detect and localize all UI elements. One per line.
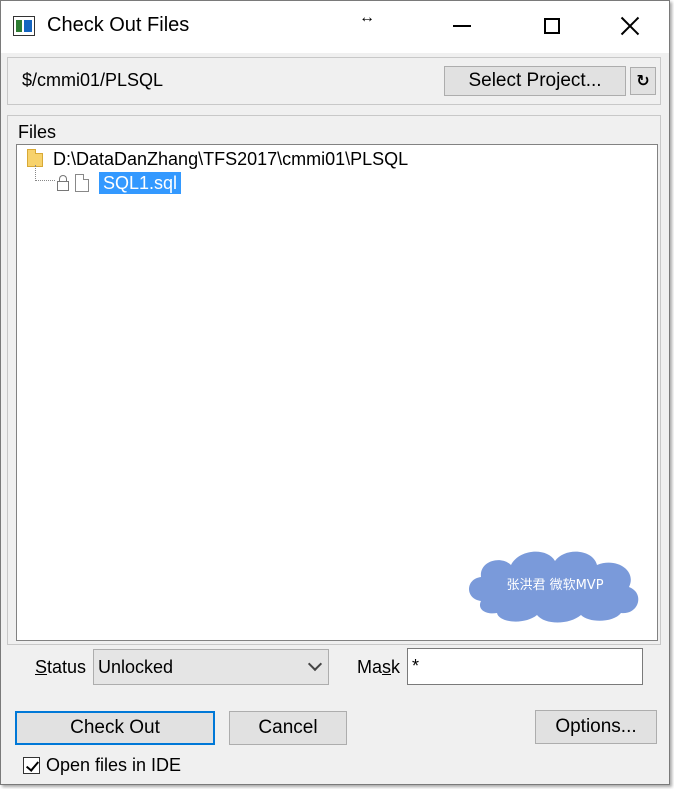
- title-bar: Check Out Files ↔: [1, 1, 669, 53]
- resize-cursor-icon: ↔: [359, 9, 375, 26]
- refresh-button[interactable]: ↻: [630, 67, 656, 95]
- files-group: Files D:\DataDanZhang\TFS2017\cmmi01\PLS…: [7, 115, 661, 645]
- check-out-label: Check Out: [70, 717, 160, 738]
- tree-file-item[interactable]: SQL1.sql: [57, 172, 182, 194]
- project-path-text: $/cmmi01/PLSQL: [22, 70, 164, 90]
- close-icon: [620, 16, 640, 36]
- refresh-icon: ↻: [636, 73, 650, 90]
- check-out-files-dialog: Check Out Files ↔ $/cmmi01/PLSQL Select …: [0, 0, 670, 785]
- mask-input[interactable]: [407, 648, 643, 685]
- cancel-label: Cancel: [258, 717, 318, 738]
- watermark-cloud: 张洪君 微软MVP: [461, 543, 649, 623]
- open-in-ide-option[interactable]: Open files in IDE: [23, 755, 181, 776]
- tree-connector: [35, 165, 55, 181]
- options-label: Options...: [555, 716, 637, 737]
- cancel-button[interactable]: Cancel: [229, 711, 347, 745]
- status-value: Unlocked: [98, 657, 174, 677]
- watermark-text: 张洪君 微软MVP: [506, 578, 603, 593]
- maximize-button[interactable]: [529, 9, 575, 43]
- file-icon: [75, 174, 89, 192]
- files-label: Files: [18, 122, 57, 142]
- maximize-icon: [544, 18, 560, 34]
- tree-root-folder[interactable]: D:\DataDanZhang\TFS2017\cmmi01\PLSQL: [27, 148, 409, 170]
- open-in-ide-label: Open files in IDE: [46, 755, 182, 775]
- lock-icon: [57, 174, 69, 191]
- root-path-text: D:\DataDanZhang\TFS2017\cmmi01\PLSQL: [53, 149, 409, 169]
- window-title: Check Out Files: [47, 14, 190, 36]
- status-label: Status: [35, 657, 87, 677]
- project-path-panel: $/cmmi01/PLSQL Select Project... ↻: [7, 57, 661, 105]
- file-name[interactable]: SQL1.sql: [99, 172, 182, 194]
- mask-label: Mask: [357, 657, 401, 677]
- minimize-icon: [453, 25, 471, 27]
- status-label-rest: tatus: [47, 657, 87, 677]
- minimize-button[interactable]: [439, 9, 485, 43]
- check-out-button[interactable]: Check Out: [15, 711, 215, 745]
- status-select[interactable]: Unlocked: [93, 649, 329, 685]
- close-button[interactable]: [607, 9, 653, 43]
- options-button[interactable]: Options...: [535, 710, 657, 744]
- chevron-down-icon: [307, 656, 323, 672]
- select-project-label: Select Project...: [468, 70, 602, 91]
- select-project-button[interactable]: Select Project...: [444, 66, 626, 96]
- app-icon: [13, 16, 35, 36]
- open-in-ide-checkbox[interactable]: [23, 757, 40, 774]
- files-tree[interactable]: D:\DataDanZhang\TFS2017\cmmi01\PLSQL SQL…: [16, 144, 658, 641]
